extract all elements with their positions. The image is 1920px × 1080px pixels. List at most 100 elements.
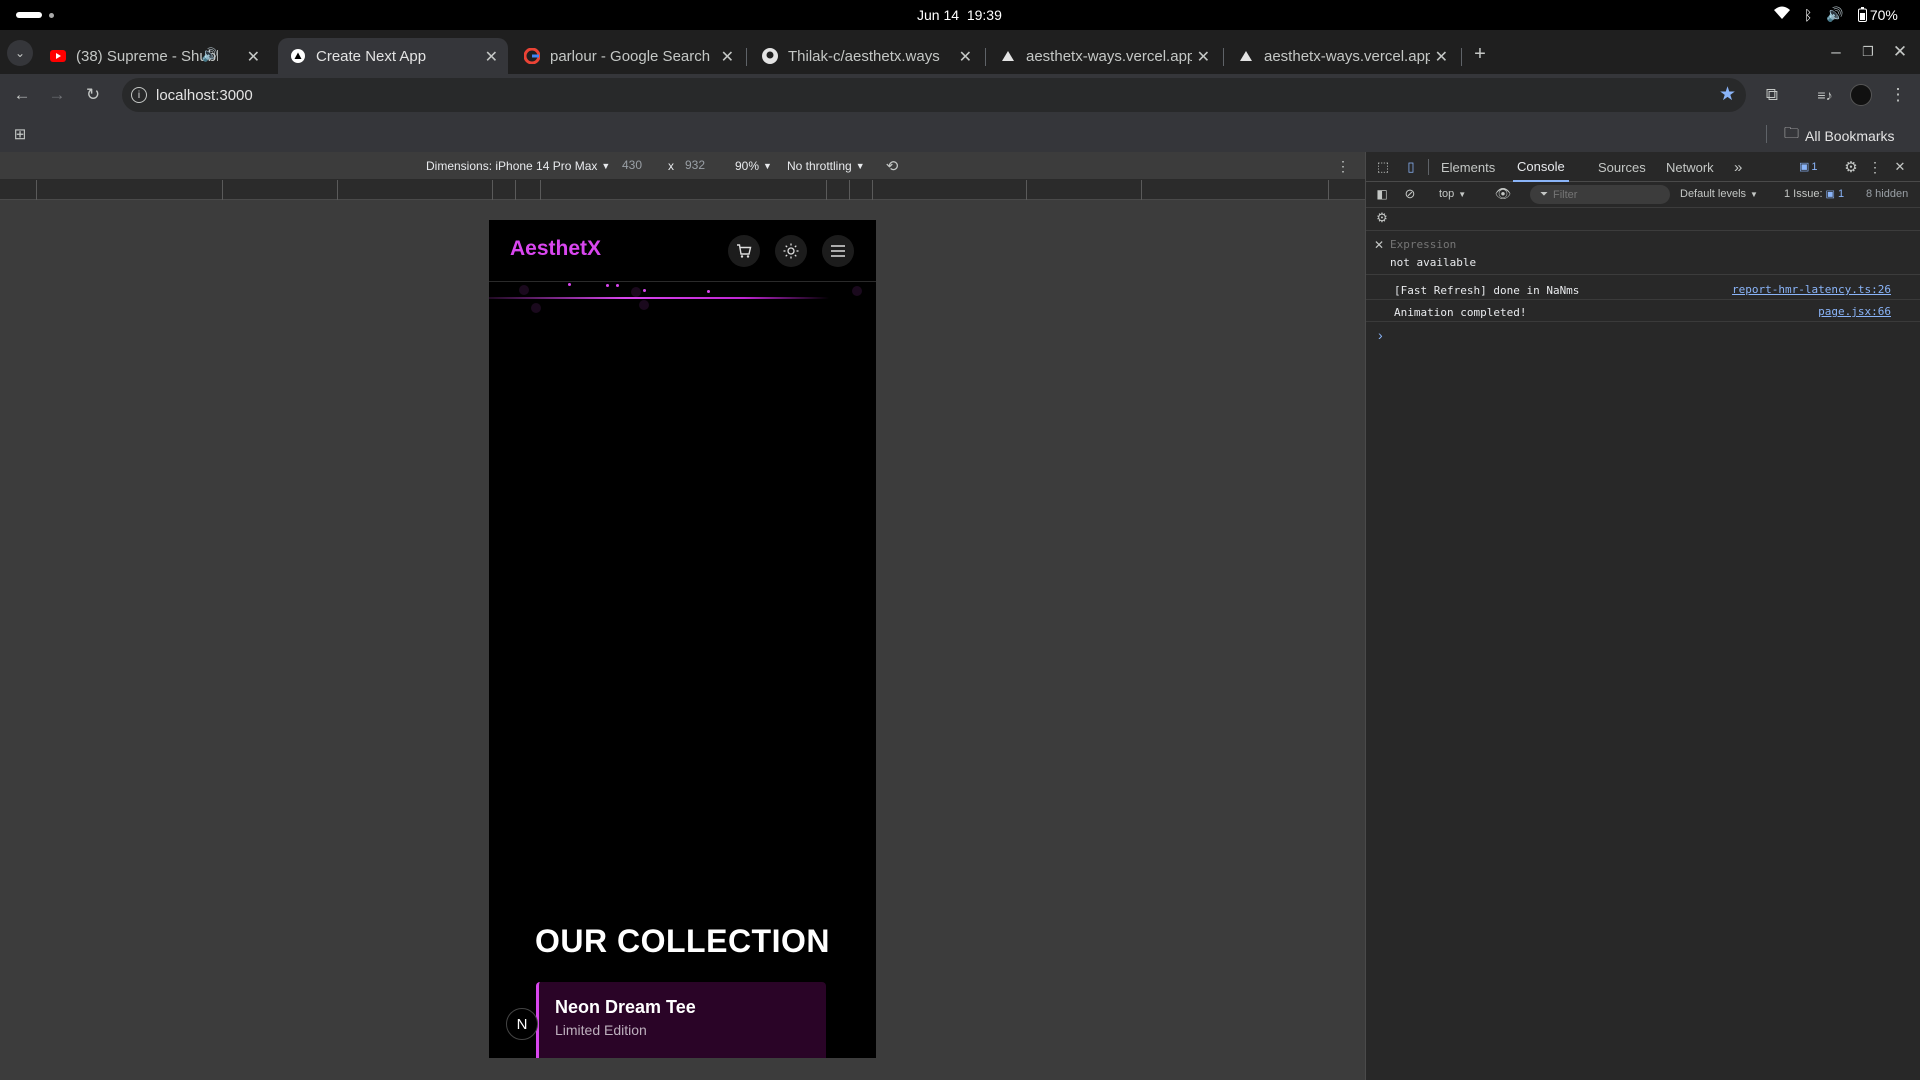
collection-title: OUR COLLECTION <box>535 923 830 959</box>
bookmark-star-icon[interactable]: ★ <box>1719 83 1736 106</box>
bluetooth-icon: ᛒ <box>1804 6 1813 23</box>
close-window-icon[interactable]: ✕ <box>1890 42 1910 62</box>
console-message-source[interactable]: report-hmr-latency.ts:26 <box>1732 283 1891 296</box>
hidden-messages-count: 8 hidden <box>1866 188 1909 200</box>
sparkle-particle <box>616 284 619 287</box>
device-height-input[interactable] <box>685 158 725 172</box>
chevron-down-icon: ▼ <box>1458 189 1467 199</box>
cart-button[interactable] <box>728 235 760 267</box>
tab-title: aesthetx-ways.vercel.app <box>1026 47 1192 65</box>
apps-grid-icon[interactable]: ⊞ <box>10 124 30 144</box>
device-toggle-icon[interactable]: ▯ <box>1402 158 1420 176</box>
emulated-device-screen: AesthetX OUR COLLECTION Neon Dream Tee L… <box>489 220 876 1058</box>
live-expression-eye-icon[interactable]: 👁 <box>1494 186 1512 202</box>
tab-youtube[interactable]: (38) Supreme - Shubh 🔊 ✕ <box>38 38 270 74</box>
all-bookmarks-button[interactable]: 🗀 All Bookmarks <box>1784 123 1894 148</box>
remove-expression-icon[interactable]: ✕ <box>1374 238 1384 252</box>
filter-input[interactable] <box>1553 188 1653 201</box>
context-selector[interactable]: top ▼ <box>1439 188 1466 200</box>
tab-google-search[interactable]: parlour - Google Search ✕ <box>512 38 744 74</box>
inspect-element-icon[interactable]: ⬚ <box>1374 158 1392 176</box>
console-prompt[interactable]: › <box>1378 327 1898 343</box>
close-tab-icon[interactable]: ✕ <box>959 47 972 67</box>
chevron-down-icon: ▼ <box>601 161 611 171</box>
device-toolbar-menu-icon[interactable]: ⋮ <box>1333 156 1353 176</box>
wifi-icon <box>1774 6 1790 23</box>
address-bar[interactable]: i localhost:3000 ★ <box>122 78 1746 112</box>
theme-toggle-button[interactable] <box>775 235 807 267</box>
activities-indicator[interactable] <box>16 12 42 18</box>
dimensions-label: Dimensions: iPhone 14 Pro Max <box>426 159 598 173</box>
clock[interactable]: Jun 14 19:39 <box>917 7 1002 23</box>
rotate-icon[interactable]: ⟲ <box>882 156 902 176</box>
menu-button[interactable] <box>822 235 854 267</box>
clear-console-icon[interactable]: ⊘ <box>1402 186 1418 202</box>
close-tab-icon[interactable]: ✕ <box>247 47 260 67</box>
devtools-panel: ⬚ ▯ Elements Console Sources Network » ▣… <box>1365 152 1920 1080</box>
context-value: top <box>1439 188 1455 200</box>
issues-link[interactable]: 1 Issue: ▣ 1 <box>1784 188 1844 200</box>
console-settings-icon[interactable]: ⚙ <box>1374 210 1390 226</box>
back-icon[interactable]: ← <box>10 83 34 107</box>
close-tab-icon[interactable]: ✕ <box>1435 47 1448 67</box>
close-tab-icon[interactable]: ✕ <box>1197 47 1210 67</box>
tab-create-next-app[interactable]: Create Next App ✕ <box>278 38 508 74</box>
ruler-tick <box>1328 180 1329 200</box>
system-tray[interactable]: ᛒ 🔊 70% <box>1774 6 1898 23</box>
media-query-ruler[interactable] <box>0 180 1365 200</box>
tab-elements[interactable]: Elements <box>1441 152 1495 182</box>
hamburger-icon <box>831 245 845 257</box>
expression-input[interactable] <box>1390 238 1690 251</box>
console-divider <box>1366 274 1920 275</box>
bookmarks-bar: ⊞ 🗀 All Bookmarks <box>0 116 1920 152</box>
ruler-tick <box>492 180 493 200</box>
nextjs-dev-badge[interactable]: N <box>506 1008 538 1040</box>
cart-icon <box>737 244 752 258</box>
close-tab-icon[interactable]: ✕ <box>721 47 734 67</box>
media-controls-icon[interactable]: ≡♪ <box>1813 83 1837 107</box>
all-bookmarks-label: All Bookmarks <box>1805 127 1895 144</box>
devtools-menu-icon[interactable]: ⋮ <box>1866 158 1884 176</box>
profile-avatar[interactable] <box>1850 84 1872 106</box>
console-message-source[interactable]: page.jsx:66 <box>1818 305 1891 318</box>
close-devtools-icon[interactable]: ✕ <box>1891 158 1909 176</box>
sparkle-particle <box>606 284 609 287</box>
site-info-icon[interactable]: i <box>131 87 147 103</box>
filter-icon: ⏷ <box>1540 189 1548 200</box>
glow-particle <box>639 300 649 310</box>
issues-counter[interactable]: ▣ 1 <box>1799 160 1818 174</box>
sun-icon <box>783 243 799 259</box>
tab-aesthetx-vercel-1[interactable]: aesthetx-ways.vercel.app ✕ <box>988 38 1220 74</box>
tab-network[interactable]: Network <box>1666 152 1714 182</box>
tab-sources[interactable]: Sources <box>1598 152 1646 182</box>
live-expression: ✕ not available <box>1366 236 1920 270</box>
log-levels-dropdown[interactable]: Default levels ▼ <box>1680 188 1758 200</box>
throttling-dropdown[interactable]: No throttling ▼ <box>787 159 865 173</box>
console-filter[interactable]: ⏷ <box>1530 185 1670 204</box>
sidebar-toggle-icon[interactable]: ◧ <box>1374 186 1390 202</box>
more-tabs-icon[interactable]: » <box>1734 152 1742 182</box>
new-tab-icon[interactable]: + <box>1468 42 1492 66</box>
time-text: 19:39 <box>966 7 1002 23</box>
tab-console[interactable]: Console <box>1513 152 1569 182</box>
page-viewport: Dimensions: iPhone 14 Pro Max ▼ x 90% ▼ … <box>0 152 1365 1080</box>
device-dimensions-dropdown[interactable]: Dimensions: iPhone 14 Pro Max ▼ <box>426 159 610 173</box>
restore-icon[interactable]: ❐ <box>1858 42 1878 62</box>
minimize-icon[interactable]: – <box>1826 42 1846 62</box>
folder-icon: 🗀 <box>1784 125 1800 142</box>
brand-logo[interactable]: AesthetX <box>510 237 601 261</box>
product-card[interactable]: Neon Dream Tee Limited Edition <box>536 982 826 1058</box>
tab-search-chevron-icon[interactable]: ⌄ <box>7 40 33 66</box>
extensions-icon[interactable]: ⧉ <box>1760 83 1784 107</box>
browser-menu-icon[interactable]: ⋮ <box>1886 83 1910 107</box>
tab-github[interactable]: Thilak-c/aesthetx.ways ✕ <box>750 38 982 74</box>
devtools-settings-icon[interactable]: ⚙ <box>1842 158 1860 176</box>
device-width-input[interactable] <box>622 158 662 172</box>
audio-playing-icon[interactable]: 🔊 <box>202 47 218 63</box>
tab-aesthetx-vercel-2[interactable]: aesthetx-ways.vercel.app ✕ <box>1226 38 1458 74</box>
zoom-dropdown[interactable]: 90% ▼ <box>735 159 772 173</box>
reload-icon[interactable]: ↻ <box>81 83 105 107</box>
glow-particle <box>519 285 529 295</box>
close-tab-icon[interactable]: ✕ <box>485 47 498 67</box>
forward-icon[interactable]: → <box>45 83 69 107</box>
